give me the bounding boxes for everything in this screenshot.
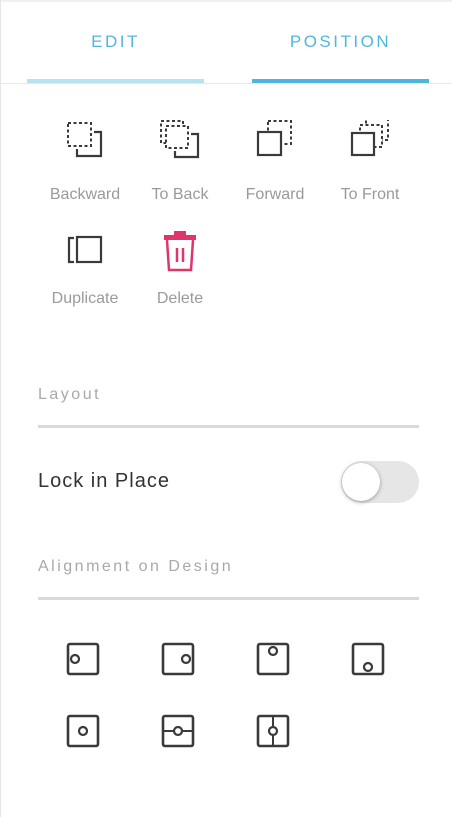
- delete-label: Delete: [156, 290, 204, 307]
- layout-divider: [38, 425, 419, 428]
- forward-button[interactable]: Forward: [227, 120, 323, 210]
- send-backward-icon: [37, 120, 133, 168]
- trash-icon: [132, 230, 228, 278]
- tab-edit-underline: [27, 79, 204, 83]
- tab-bar: EDIT POSITION: [1, 0, 452, 84]
- align-bottom-icon: [351, 642, 385, 676]
- align-middle-horizontal-button[interactable]: [157, 710, 201, 754]
- tab-edit[interactable]: EDIT: [27, 0, 204, 84]
- layout-section-label: Layout: [38, 386, 102, 403]
- align-top-icon: [256, 642, 290, 676]
- alignment-section-label: Alignment on Design: [38, 558, 234, 575]
- align-left-button[interactable]: [62, 638, 106, 682]
- lock-in-place-toggle[interactable]: [341, 461, 419, 503]
- align-right-button[interactable]: [157, 638, 201, 682]
- position-panel: EDIT POSITION Backward To Back Forward T…: [0, 0, 452, 817]
- duplicate-label: Duplicate: [51, 290, 119, 307]
- tab-edit-label: EDIT: [91, 32, 140, 51]
- toggle-knob: [342, 463, 380, 501]
- delete-button[interactable]: Delete: [132, 230, 228, 320]
- tab-position-label: POSITION: [289, 32, 392, 51]
- backward-button[interactable]: Backward: [37, 120, 133, 210]
- align-middle-vertical-icon: [256, 714, 290, 748]
- duplicate-button[interactable]: Duplicate: [37, 234, 133, 324]
- tab-position[interactable]: POSITION: [252, 0, 429, 84]
- backward-label: Backward: [49, 186, 121, 203]
- forward-label: Forward: [245, 186, 305, 203]
- send-to-back-icon: [132, 120, 228, 168]
- alignment-divider: [38, 597, 419, 600]
- align-center-button[interactable]: [62, 710, 106, 754]
- align-top-button[interactable]: [252, 638, 296, 682]
- lock-in-place-label: Lock in Place: [38, 470, 170, 492]
- align-left-icon: [66, 642, 100, 676]
- bring-to-front-icon: [322, 120, 418, 168]
- align-middle-vertical-button[interactable]: [252, 710, 296, 754]
- duplicate-icon: [37, 234, 133, 282]
- align-middle-horizontal-icon: [161, 714, 195, 748]
- tab-position-underline: [252, 79, 429, 83]
- align-bottom-button[interactable]: [347, 638, 391, 682]
- to-front-label: To Front: [340, 186, 400, 203]
- to-back-button[interactable]: To Back: [132, 120, 228, 210]
- bring-forward-icon: [227, 120, 323, 168]
- align-center-icon: [66, 714, 100, 748]
- to-front-button[interactable]: To Front: [322, 120, 418, 210]
- to-back-label: To Back: [151, 186, 209, 203]
- align-right-icon: [161, 642, 195, 676]
